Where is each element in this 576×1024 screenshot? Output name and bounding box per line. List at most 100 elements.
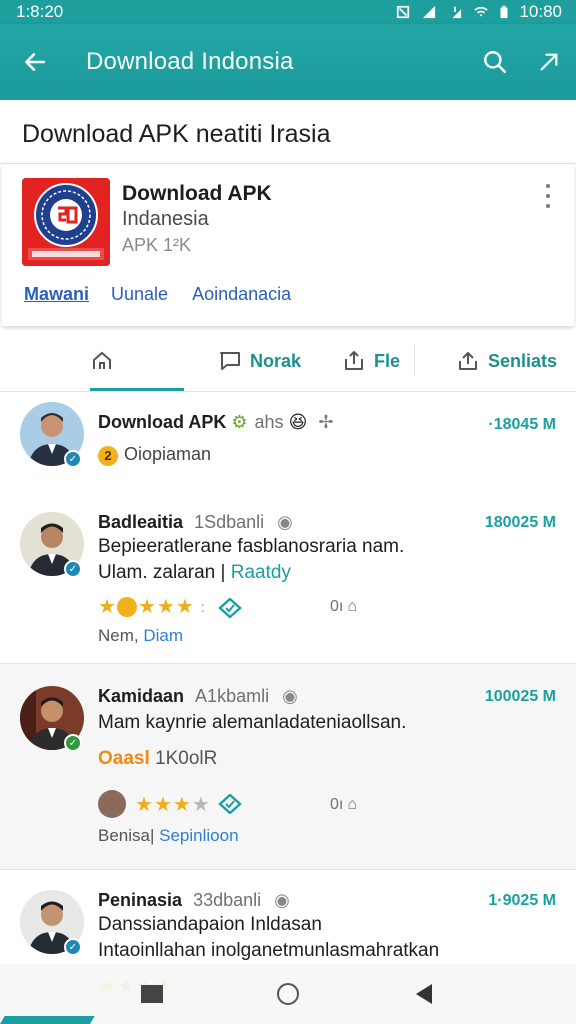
dot-icon: [546, 204, 550, 208]
back-nav-button[interactable]: [412, 982, 436, 1006]
star-icon: ★: [175, 596, 194, 618]
back-button[interactable]: [0, 24, 70, 100]
tab-senliats[interactable]: Senliats: [456, 330, 557, 392]
app-link-2[interactable]: Uunale: [111, 284, 168, 305]
post-text: Bepieeratlerane fasblanosraria nam.: [98, 536, 405, 557]
tab-label: Norak: [250, 350, 302, 371]
square-icon: [141, 985, 163, 1003]
status-time-left: 1:8:20: [16, 2, 64, 21]
tab-label: Senliats: [488, 350, 558, 371]
battery-icon: [500, 5, 508, 19]
app-logo-icon: [22, 178, 110, 266]
post-text-line2: Ulam. zalaran | Raatdy: [98, 562, 291, 583]
post-text: Danssiandapaion Inldasan: [98, 914, 322, 935]
dots-icon: :: [200, 598, 205, 615]
tab-norak[interactable]: Norak: [218, 330, 301, 392]
globe-icon: ◉: [277, 512, 293, 532]
tab-home[interactable]: [90, 330, 184, 392]
verified-badge-icon: ✓: [64, 734, 82, 752]
star-icon: ★: [98, 596, 116, 618]
home-button[interactable]: [274, 980, 302, 1008]
post-author[interactable]: Peninasia 33dbanli ◉: [98, 890, 290, 911]
app-card[interactable]: Download APK Indanesia APK 1²K Mawani Uu…: [2, 164, 574, 326]
star-icon: ★: [172, 793, 191, 816]
app-subtitle: Indanesia: [122, 208, 209, 230]
star-icon: ★: [137, 596, 156, 618]
post-footer-link[interactable]: Diam: [143, 626, 183, 645]
sparkle-icon: ✢: [318, 412, 334, 432]
share-button[interactable]: [522, 24, 576, 100]
post-link[interactable]: Raatdy: [231, 562, 291, 583]
app-bar-title: Download Indonsia: [86, 48, 294, 75]
star-empty-icon: ★: [191, 793, 210, 816]
dot-icon: [546, 194, 550, 198]
post-tag[interactable]: Oaasl: [98, 748, 150, 769]
like-count[interactable]: 0ı ⌂: [330, 598, 357, 616]
app-version: APK 1²K: [122, 235, 192, 255]
reaction-icon[interactable]: [218, 598, 242, 618]
star-icon: ★: [156, 596, 175, 618]
post-subline: 2 Oiopiaman: [98, 444, 211, 466]
reaction-icon[interactable]: [218, 794, 242, 814]
gift-icon: ⌂: [347, 796, 358, 813]
tab-fle[interactable]: Fle: [342, 330, 400, 392]
signal-icon-2: [452, 6, 462, 19]
arrow-back-icon: [25, 53, 45, 71]
app-links: Mawani Uunale Aoindanacia: [24, 284, 291, 305]
badge-icon: 2: [98, 445, 118, 466]
list-item[interactable]: ✓ Download APK ⚙ ahs 😆 ✢ ·18045 M 2 Oiopi…: [0, 392, 576, 490]
app-link-3[interactable]: Aoindanacia: [192, 284, 291, 305]
send-arrow-icon: [540, 53, 558, 71]
notification-icon: [397, 5, 410, 19]
dot-icon: [546, 184, 550, 188]
wifi-icon: [474, 6, 489, 17]
circle-icon: [277, 983, 299, 1005]
post-footer: Benisa| Sepinlioon: [98, 826, 239, 845]
star-rating: ★★★★: [98, 790, 210, 818]
post-time: ·18045 M: [488, 416, 556, 433]
post-footer: Nem, Diam: [98, 626, 184, 645]
active-tab-indicator: [90, 388, 184, 391]
emblem-icon: [22, 178, 110, 266]
tab-divider: [414, 344, 415, 376]
status-bar: 1:8:20 10:80: [0, 0, 576, 24]
gift-icon: ⌂: [347, 598, 358, 615]
page-heading: Download APK neatiti Irasia: [0, 100, 576, 164]
tab-label: Fle: [374, 350, 401, 371]
share-icon: [459, 352, 477, 370]
post-author[interactable]: Badleaitia 1Sdbanli ◉: [98, 512, 293, 533]
globe-icon: ◉: [274, 890, 290, 910]
post-time: 180025 M: [484, 514, 556, 531]
triangle-back-icon: [416, 984, 432, 1004]
star-icon: ★: [153, 793, 172, 816]
bottom-accent-bar: [0, 1016, 95, 1024]
post-author[interactable]: Download APK ⚙ ahs 😆 ✢: [98, 412, 333, 433]
grin-emoji-icon: 😆: [288, 412, 308, 432]
signal-icon: [423, 5, 436, 19]
verified-badge-icon: ✓: [64, 938, 82, 956]
verified-badge-icon: ✓: [64, 560, 82, 578]
app-bar: Download Indonsia: [0, 24, 576, 100]
globe-icon: ◉: [282, 686, 298, 706]
list-item[interactable]: ✓ Kamidaan A1kbamli ◉ 100025 M Mam kaynr…: [0, 664, 576, 870]
small-avatar-icon: [98, 790, 126, 818]
app-name: Download APK: [122, 182, 272, 205]
post-text: Mam kaynrie alemanladateniaollsan.: [98, 712, 407, 733]
status-time-right: 10:80: [519, 2, 562, 21]
gear-icon: ⚙: [231, 412, 248, 432]
verified-badge-icon: ✓: [64, 450, 82, 468]
post-author[interactable]: Kamidaan A1kbamli ◉: [98, 686, 298, 707]
overflow-menu-button[interactable]: [538, 184, 558, 208]
post-footer-link[interactable]: Sepinlioon: [159, 826, 238, 845]
search-icon: [484, 51, 507, 74]
app-link-1[interactable]: Mawani: [24, 284, 89, 305]
comment-icon: [220, 352, 240, 370]
like-count[interactable]: 0ı ⌂: [330, 796, 357, 814]
recents-button[interactable]: [140, 982, 164, 1006]
list-item[interactable]: ✓ Badleaitia 1Sdbanli ◉ 180025 M Bepieer…: [0, 490, 576, 664]
post-time: 100025 M: [484, 688, 556, 705]
home-icon: [93, 351, 111, 369]
status-icons: 10:80: [395, 2, 562, 22]
search-button[interactable]: [468, 24, 522, 100]
star-rating: ★ 😮 ★ ★ ★ :: [98, 594, 205, 619]
